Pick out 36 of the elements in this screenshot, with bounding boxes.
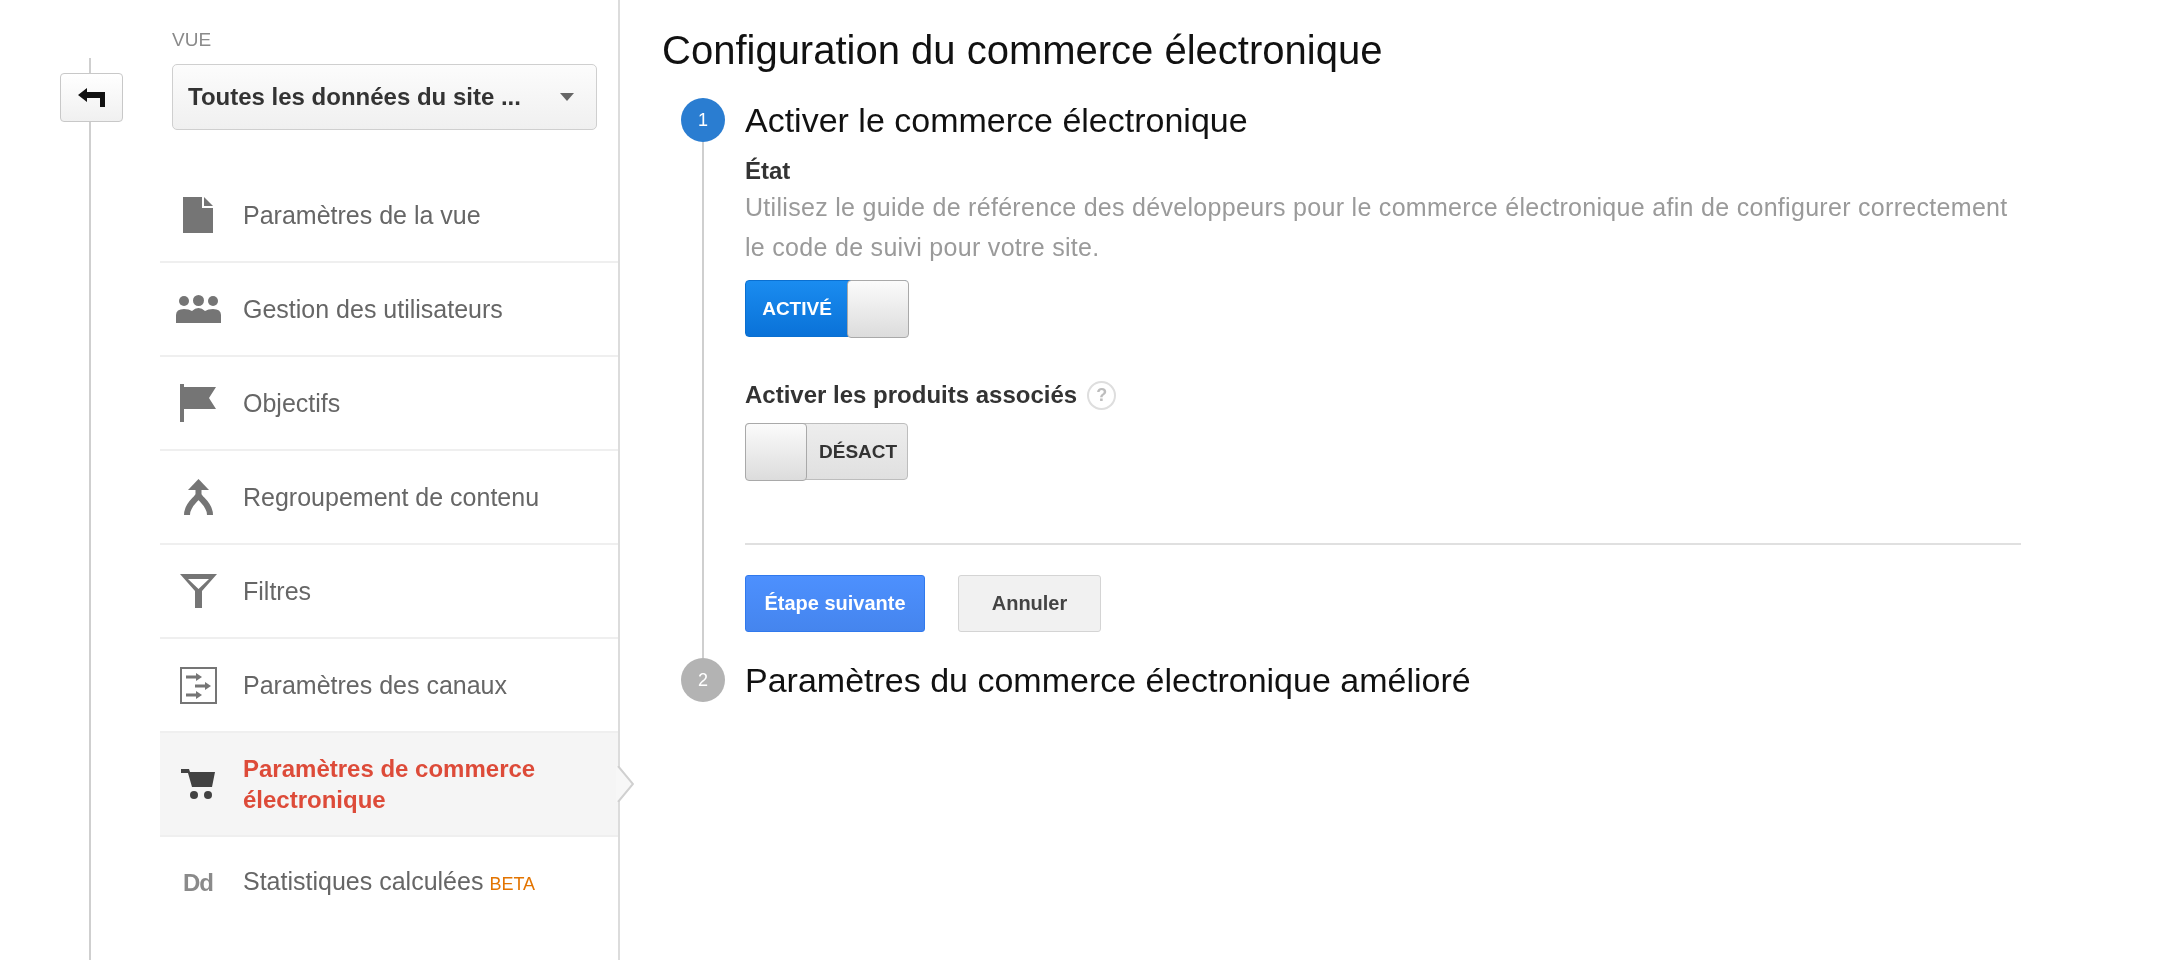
- back-button[interactable]: [60, 73, 123, 122]
- view-label: VUE: [172, 28, 212, 52]
- beta-label: BETA: [489, 874, 536, 894]
- channel-arrows-icon: [179, 666, 217, 704]
- caret-icon: [560, 93, 574, 101]
- sidebar-item[interactable]: Filtres: [160, 545, 618, 637]
- back-arrow-icon: [78, 88, 105, 107]
- merge-arrow-icon: [182, 479, 214, 515]
- sidebar-item[interactable]: Dd Statistiques calculées BETA: [160, 837, 618, 929]
- sidebar-item[interactable]: Objectifs: [160, 357, 618, 449]
- people-icon: [175, 295, 221, 323]
- field-label: État: [745, 156, 791, 186]
- step-title: Paramètres du commerce électronique amélioré: [745, 660, 1472, 701]
- step-title: Activer le commerce électronique: [745, 100, 1249, 141]
- sidebar-item[interactable]: Paramètres des canaux: [160, 639, 618, 731]
- toggle-thumb[interactable]: [744, 422, 807, 481]
- toggle-switch[interactable]: ACTIVÉ: [745, 280, 908, 337]
- cancel-button[interactable]: Annuler: [958, 575, 1101, 632]
- toggle-thumb[interactable]: [846, 279, 909, 338]
- sidebar-item[interactable]: Paramètres de commerce électronique: [160, 733, 618, 835]
- filter-icon: [179, 574, 217, 608]
- sidebar-item[interactable]: Paramètres de la vue: [160, 169, 618, 261]
- letters-icon: Dd: [183, 869, 213, 897]
- cart-icon: [181, 768, 215, 800]
- step-indicator: 1: [681, 98, 725, 142]
- sidebar-item[interactable]: Gestion des utilisateurs: [160, 263, 618, 355]
- document-icon: [183, 197, 213, 233]
- field-description: Utilisez le guide de référence des développeurs pour le commerce électronique afin de configurer correctement le code de suivi pour votre site.: [745, 192, 2009, 263]
- step-indicator: 2: [681, 658, 725, 702]
- sidebar-item[interactable]: Regroupement de contenu: [160, 451, 618, 543]
- toggle-switch[interactable]: DÉSACT: [745, 423, 908, 480]
- page-title: Configuration du commerce électronique: [662, 27, 1384, 74]
- flag-icon: [180, 384, 216, 422]
- next-step-button[interactable]: Étape suivante: [745, 575, 925, 632]
- view-dropdown[interactable]: Toutes les données du site ...: [172, 64, 597, 130]
- field-label: Activer les produits associés: [745, 380, 1078, 410]
